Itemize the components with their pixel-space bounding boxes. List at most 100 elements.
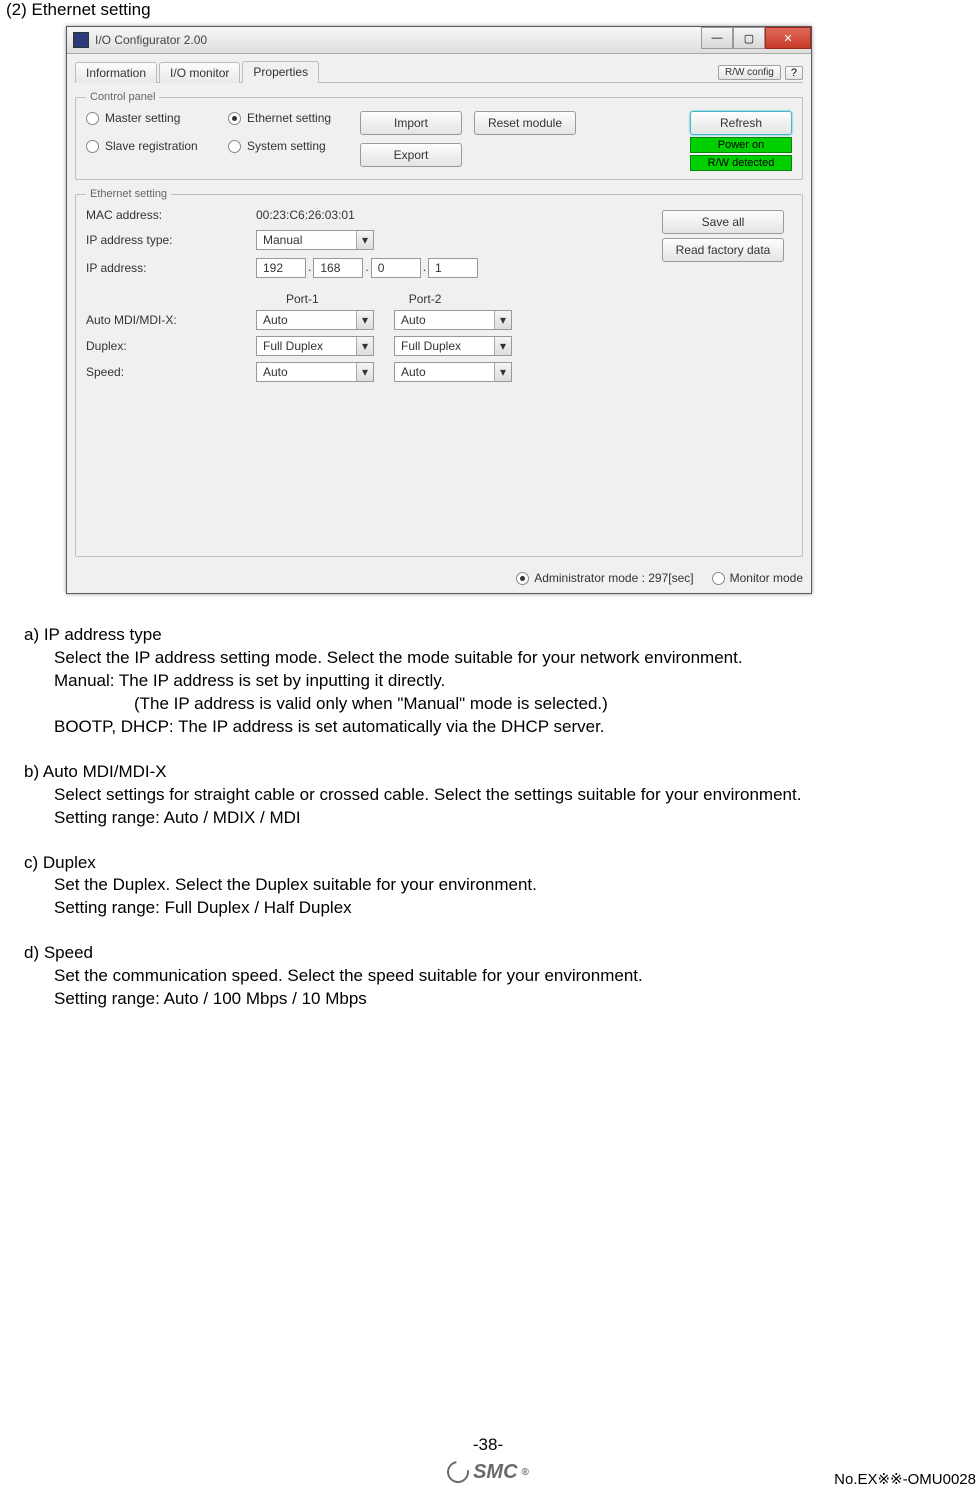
item-c-line2: Setting range: Full Duplex / Half Duplex — [54, 897, 970, 920]
section-title: (2) Ethernet setting — [6, 0, 970, 20]
ip-dot: . — [421, 258, 428, 278]
radio-master-setting[interactable]: Master setting — [86, 111, 216, 125]
ip-octet-1-input[interactable]: 192 — [256, 258, 306, 278]
speed-label: Speed: — [86, 365, 256, 379]
help-button[interactable]: ? — [785, 66, 803, 80]
item-d-head: d) Speed — [24, 942, 970, 965]
ip-address-type-label: IP address type: — [86, 233, 256, 247]
radio-ethernet-setting[interactable]: Ethernet setting — [228, 111, 348, 125]
reset-module-button[interactable]: Reset module — [474, 111, 576, 135]
window-close-button[interactable]: ✕ — [765, 27, 811, 49]
chevron-down-icon: ▾ — [356, 311, 373, 329]
item-a-line4: BOOTP, DHCP: The IP address is set autom… — [54, 716, 970, 739]
duplex-label: Duplex: — [86, 339, 256, 353]
item-a-line3: (The IP address is valid only when "Manu… — [134, 693, 970, 716]
control-panel-fieldset: Control panel Master setting Slave regis… — [75, 91, 803, 180]
chevron-down-icon: ▾ — [494, 337, 511, 355]
ip-dot: . — [363, 258, 370, 278]
port2-header: Port-2 — [409, 292, 442, 306]
io-configurator-window: I/O Configurator 2.00 — ▢ ✕ Information … — [66, 26, 812, 594]
rw-config-button[interactable]: R/W config — [718, 65, 781, 80]
control-panel-legend: Control panel — [86, 91, 159, 103]
body-text: a) IP address type Select the IP address… — [24, 624, 970, 1011]
smc-logo-icon — [443, 1457, 474, 1488]
save-all-button[interactable]: Save all — [662, 210, 784, 234]
speed-port2-select[interactable]: Auto ▾ — [394, 362, 512, 382]
import-button[interactable]: Import — [360, 111, 462, 135]
speed-port1-select[interactable]: Auto ▾ — [256, 362, 374, 382]
ip-octet-4-input[interactable]: 1 — [428, 258, 478, 278]
item-a-head: a) IP address type — [24, 624, 970, 647]
radio-system-setting[interactable]: System setting — [228, 139, 348, 153]
item-d-line1: Set the communication speed. Select the … — [54, 965, 970, 988]
read-factory-data-button[interactable]: Read factory data — [662, 238, 784, 262]
tab-io-monitor[interactable]: I/O monitor — [159, 62, 240, 83]
auto-mdi-port1-select[interactable]: Auto ▾ — [256, 310, 374, 330]
window-maximize-button[interactable]: ▢ — [733, 27, 765, 49]
chevron-down-icon: ▾ — [494, 311, 511, 329]
tab-bar: Information I/O monitor Properties R/W c… — [75, 60, 803, 83]
chevron-down-icon: ▾ — [494, 363, 511, 381]
page-footer: -38- SMC ® No.EX※※-OMU0028 — [0, 1435, 976, 1489]
app-icon — [73, 32, 89, 48]
ip-address-type-select[interactable]: Manual ▾ — [256, 230, 374, 250]
ip-octet-2-input[interactable]: 168 — [313, 258, 363, 278]
status-rw-detected: R/W detected — [690, 155, 792, 171]
chevron-down-icon: ▾ — [356, 231, 373, 249]
mac-address-label: MAC address: — [86, 208, 256, 222]
ip-dot: . — [306, 258, 313, 278]
chevron-down-icon: ▾ — [356, 337, 373, 355]
radio-icon — [516, 572, 529, 585]
document-id: No.EX※※-OMU0028 — [834, 1470, 976, 1488]
radio-icon — [86, 112, 99, 125]
item-a-line2: Manual: The IP address is set by inputti… — [54, 670, 970, 693]
auto-mdi-port2-select[interactable]: Auto ▾ — [394, 310, 512, 330]
radio-label: Master setting — [105, 111, 180, 125]
item-c-line1: Set the Duplex. Select the Duplex suitab… — [54, 874, 970, 897]
select-value: Auto — [401, 365, 426, 379]
ip-address-label: IP address: — [86, 261, 256, 275]
radio-icon — [228, 140, 241, 153]
item-b-line1: Select settings for straight cable or cr… — [54, 784, 970, 807]
window-titlebar: I/O Configurator 2.00 — ▢ ✕ — [67, 27, 811, 54]
mac-address-value: 00:23:C6:26:03:01 — [256, 208, 355, 222]
mode-bar: Administrator mode : 297[sec] Monitor mo… — [75, 565, 803, 585]
radio-icon — [86, 140, 99, 153]
radio-label: Ethernet setting — [247, 111, 331, 125]
item-b-head: b) Auto MDI/MDI-X — [24, 761, 970, 784]
item-c-head: c) Duplex — [24, 852, 970, 875]
item-a-line1: Select the IP address setting mode. Sele… — [54, 647, 970, 670]
duplex-port2-select[interactable]: Full Duplex ▾ — [394, 336, 512, 356]
tab-information[interactable]: Information — [75, 62, 157, 83]
port1-header: Port-1 — [286, 292, 319, 306]
select-value: Manual — [263, 233, 302, 247]
radio-label: System setting — [247, 139, 326, 153]
select-value: Auto — [401, 313, 426, 327]
duplex-port1-select[interactable]: Full Duplex ▾ — [256, 336, 374, 356]
item-b-line2: Setting range: Auto / MDIX / MDI — [54, 807, 970, 830]
chevron-down-icon: ▾ — [356, 363, 373, 381]
radio-slave-registration[interactable]: Slave registration — [86, 139, 216, 153]
select-value: Auto — [263, 313, 288, 327]
radio-label: Slave registration — [105, 139, 198, 153]
select-value: Auto — [263, 365, 288, 379]
select-value: Full Duplex — [401, 339, 461, 353]
select-value: Full Duplex — [263, 339, 323, 353]
monitor-mode-label: Monitor mode — [730, 571, 803, 585]
registered-mark: ® — [522, 1467, 529, 1478]
status-power-on: Power on — [690, 137, 792, 153]
radio-administrator-mode[interactable]: Administrator mode : 297[sec] — [516, 571, 693, 585]
export-button[interactable]: Export — [360, 143, 462, 167]
window-minimize-button[interactable]: — — [701, 27, 733, 49]
window-title: I/O Configurator 2.00 — [95, 33, 207, 47]
radio-monitor-mode[interactable]: Monitor mode — [712, 571, 803, 585]
auto-mdi-label: Auto MDI/MDI-X: — [86, 313, 256, 327]
smc-logo: SMC ® — [447, 1461, 529, 1484]
item-d-line2: Setting range: Auto / 100 Mbps / 10 Mbps — [54, 988, 970, 1011]
page-number: -38- — [0, 1435, 976, 1455]
radio-icon — [228, 112, 241, 125]
radio-icon — [712, 572, 725, 585]
refresh-button[interactable]: Refresh — [690, 111, 792, 135]
ip-octet-3-input[interactable]: 0 — [371, 258, 421, 278]
tab-properties[interactable]: Properties — [242, 61, 319, 83]
